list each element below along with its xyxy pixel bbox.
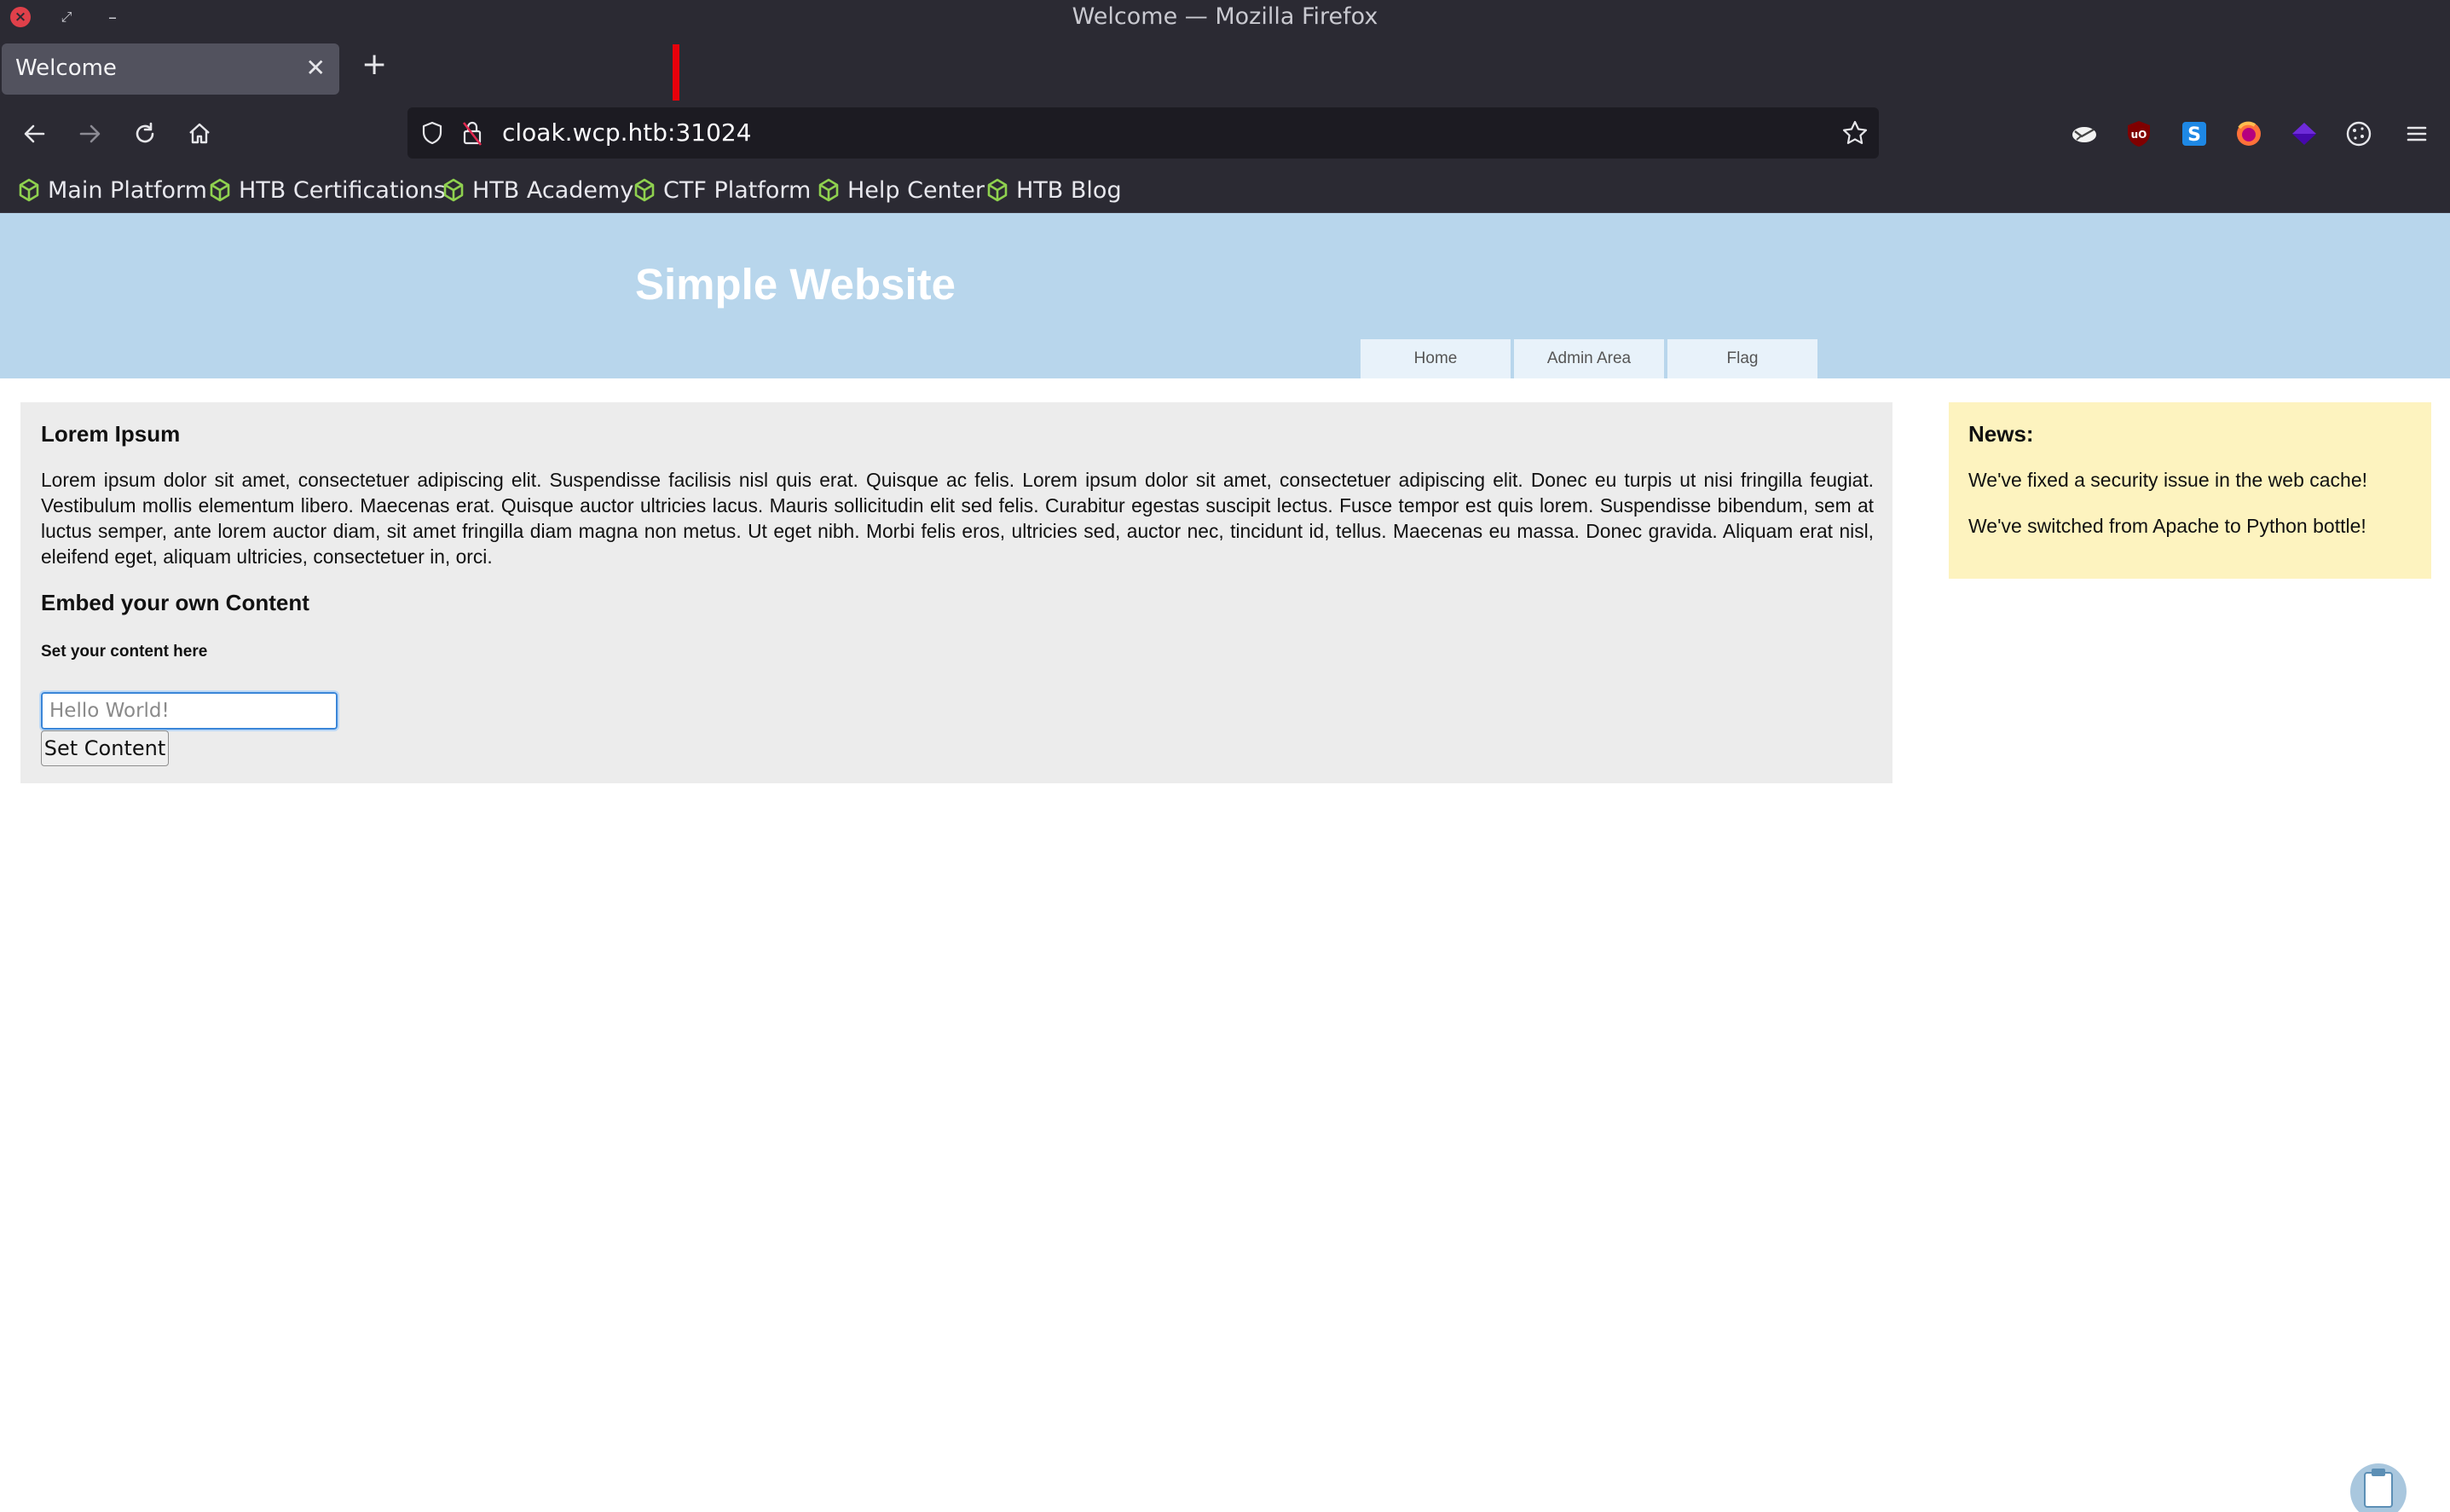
htb-cube-icon [210, 178, 230, 202]
navigation-toolbar: cloak.wcp.htb:31024 uO S [0, 101, 2450, 167]
svg-text:S: S [2187, 124, 2201, 146]
window-titlebar: × ⤢ – Welcome — Mozilla Firefox [0, 0, 2450, 34]
new-tab-button[interactable]: + [361, 49, 387, 80]
svg-text:uO: uO [2131, 129, 2147, 141]
bookmark-ctf-platform[interactable]: CTF Platform [633, 174, 811, 206]
reload-icon[interactable] [128, 117, 162, 151]
htb-cube-icon [443, 178, 464, 202]
forward-arrow-icon[interactable] [73, 117, 107, 151]
s-extension-icon[interactable]: S [2178, 118, 2210, 150]
window-title: Welcome — Mozilla Firefox [1072, 3, 1378, 30]
bookmark-label: HTB Certifications [239, 176, 446, 204]
content-input[interactable] [39, 690, 339, 731]
url-text[interactable]: cloak.wcp.htb:31024 [502, 118, 752, 147]
foxyproxy-icon[interactable] [2068, 118, 2100, 150]
star-icon[interactable] [1841, 119, 1869, 147]
lock-icon[interactable] [460, 119, 484, 147]
tab-strip: Welcome ✕ + [0, 34, 2450, 141]
htb-cube-icon [634, 178, 655, 202]
htb-cube-icon [19, 178, 39, 202]
bookmark-label: Help Center [847, 176, 985, 204]
bookmarks-toolbar: Main Platform HTB Certifications HTB Aca… [0, 167, 2450, 213]
home-icon[interactable] [182, 117, 217, 151]
embed-heading: Embed your own Content [41, 590, 309, 615]
nav-flag-link[interactable]: Flag [1667, 339, 1817, 378]
web-page: Simple Website Home Admin Area Flag Lore… [0, 213, 2450, 1512]
news-item: We've switched from Apache to Python bot… [1968, 515, 2366, 537]
bookmark-label: HTB Academy [472, 176, 634, 204]
bookmark-label: HTB Blog [1016, 176, 1122, 204]
set-content-button[interactable]: Set Content [41, 730, 169, 766]
bookmark-htb-blog[interactable]: HTB Blog [985, 174, 1122, 206]
news-box: News: We've fixed a security issue in th… [1949, 402, 2431, 579]
bookmark-help-center[interactable]: Help Center [817, 174, 985, 206]
cookie-icon[interactable] [2343, 118, 2375, 150]
bookmark-htb-certifications[interactable]: HTB Certifications [208, 174, 446, 206]
wappalyzer-icon[interactable] [2288, 118, 2320, 150]
lorem-heading: Lorem Ipsum [41, 421, 181, 447]
tab-welcome[interactable]: Welcome ✕ [2, 43, 339, 95]
url-bar[interactable]: cloak.wcp.htb:31024 [407, 107, 1879, 159]
news-heading: News: [1968, 421, 2034, 447]
ublock-origin-icon[interactable]: uO [2123, 118, 2155, 150]
nav-admin-area-link[interactable]: Admin Area [1514, 339, 1664, 378]
tab-title: Welcome [15, 55, 117, 81]
main-content-box: Lorem Ipsum Lorem ipsum dolor sit amet, … [20, 402, 1892, 783]
bookmark-htb-academy[interactable]: HTB Academy [442, 174, 633, 206]
back-arrow-icon[interactable] [17, 117, 51, 151]
firefox-account-icon[interactable] [2233, 118, 2265, 150]
clipboard-icon[interactable] [2349, 1459, 2407, 1512]
tab-close-icon[interactable]: ✕ [306, 54, 326, 82]
site-title: Simple Website [635, 260, 956, 309]
htb-cube-icon [818, 178, 839, 202]
nav-home-link[interactable]: Home [1361, 339, 1511, 378]
menu-icon[interactable] [2401, 118, 2433, 150]
bookmark-label: CTF Platform [663, 176, 812, 204]
site-header: Simple Website Home Admin Area Flag [0, 213, 2450, 378]
bookmark-main-platform[interactable]: Main Platform [17, 174, 207, 206]
shield-icon[interactable] [419, 120, 445, 146]
set-content-label: Set your content here [41, 643, 208, 661]
bookmark-label: Main Platform [48, 176, 207, 204]
htb-cube-icon [987, 178, 1008, 202]
news-item: We've fixed a security issue in the web … [1968, 469, 2368, 491]
lorem-paragraph: Lorem ipsum dolor sit amet, consectetuer… [41, 469, 1874, 568]
